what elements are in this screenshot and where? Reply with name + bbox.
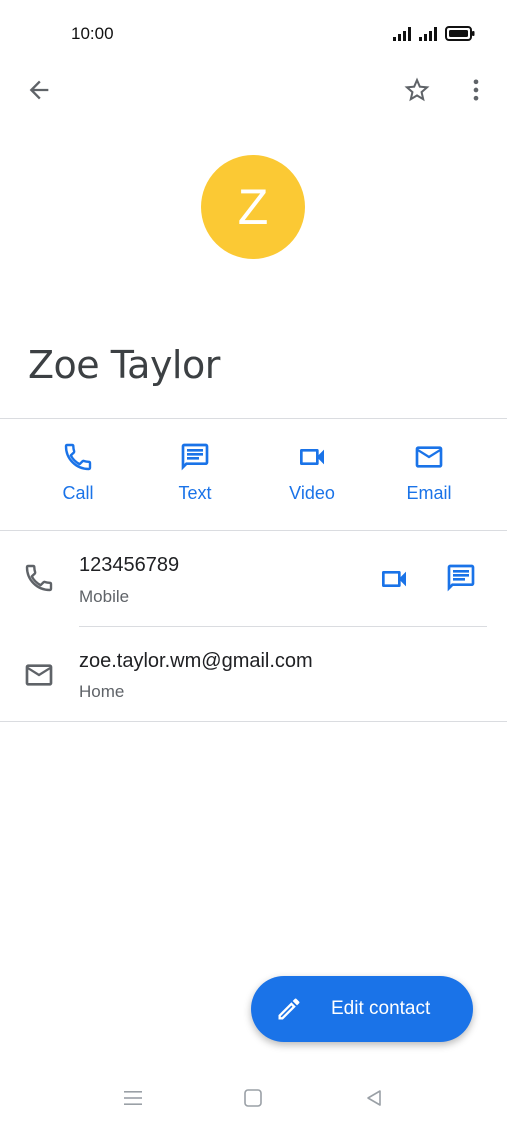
status-bar: 10:00	[0, 0, 507, 68]
arrow-left-icon	[29, 80, 49, 100]
divider	[0, 721, 507, 722]
contact-name: Zoe Taylor	[28, 343, 220, 387]
call-action-button[interactable]: Call	[28, 441, 128, 504]
video-icon	[300, 449, 324, 465]
menu-icon	[124, 1091, 142, 1105]
quick-actions: Call Text Video Email	[0, 419, 507, 530]
contact-avatar: Z	[201, 155, 305, 259]
favorite-button[interactable]	[395, 68, 439, 112]
text-action-button[interactable]: Text	[145, 441, 245, 504]
triangle-back-icon	[367, 1090, 381, 1106]
video-label: Video	[289, 483, 335, 503]
phone-type: Mobile	[79, 587, 130, 606]
top-app-bar	[0, 68, 507, 112]
email-type: Home	[79, 682, 125, 701]
signal-icon-2	[419, 27, 437, 41]
send-message-button[interactable]	[441, 558, 481, 598]
message-icon	[447, 564, 475, 592]
more-options-button[interactable]	[454, 68, 498, 112]
video-call-button[interactable]	[374, 559, 414, 599]
email-label: Email	[406, 483, 452, 503]
pencil-icon	[278, 998, 300, 1020]
home-button[interactable]	[233, 1082, 273, 1114]
phone-row-icon	[22, 561, 56, 595]
phone-icon	[25, 564, 53, 592]
square-icon	[244, 1089, 262, 1107]
signal-icon	[393, 27, 411, 41]
email-row[interactable]: zoe.taylor.wm@gmail.com Home	[0, 627, 507, 722]
video-icon	[382, 571, 406, 587]
back-button[interactable]	[17, 68, 61, 112]
phone-number: 123456789	[79, 554, 180, 576]
phone-icon	[64, 443, 92, 471]
email-row-icon	[22, 658, 56, 692]
call-label: Call	[62, 483, 94, 503]
status-icons	[393, 26, 475, 41]
video-action-button[interactable]: Video	[262, 441, 362, 504]
system-nav-bar	[0, 1070, 507, 1128]
email-icon	[415, 446, 443, 468]
email-action-button[interactable]: Email	[379, 441, 479, 504]
edit-contact-label: Edit contact	[331, 998, 431, 1019]
star-outline-icon	[404, 77, 430, 102]
avatar-initial: Z	[237, 179, 269, 235]
more-vertical-icon	[473, 79, 479, 101]
email-address: zoe.taylor.wm@gmail.com	[79, 650, 313, 672]
text-label: Text	[178, 483, 212, 503]
phone-row[interactable]: 123456789 Mobile	[0, 531, 507, 627]
status-time: 10:00	[71, 24, 114, 43]
recents-button[interactable]	[113, 1082, 153, 1114]
edit-contact-button[interactable]: Edit contact	[251, 976, 473, 1042]
back-nav-button[interactable]	[354, 1082, 394, 1114]
message-icon	[181, 443, 209, 471]
battery-icon	[445, 26, 475, 41]
email-icon	[25, 664, 53, 686]
